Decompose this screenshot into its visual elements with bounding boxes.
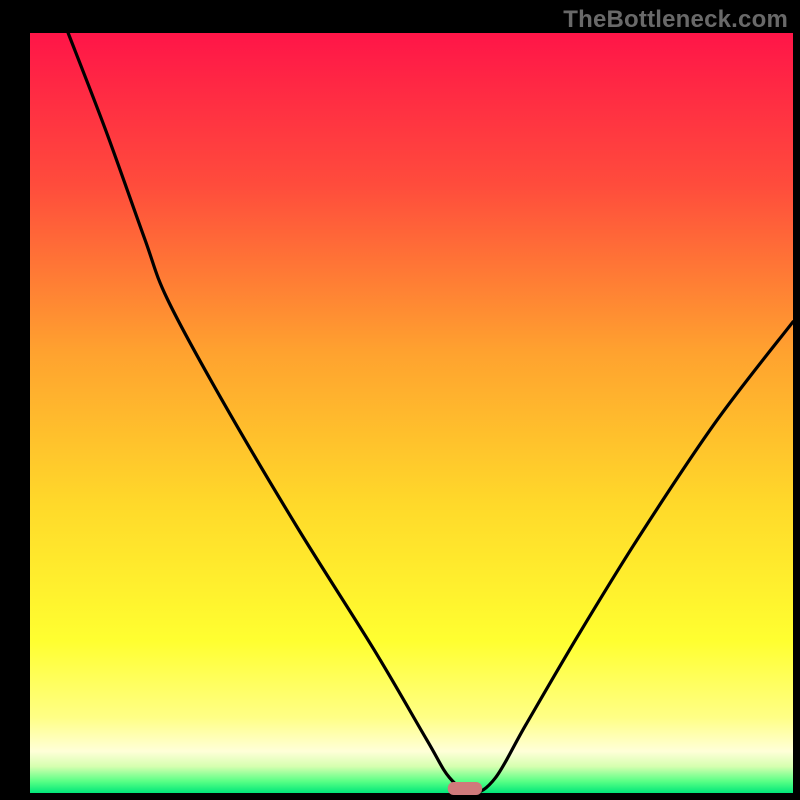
- bottleneck-chart: [0, 0, 800, 800]
- gradient-background: [30, 33, 793, 793]
- watermark-text: TheBottleneck.com: [563, 6, 788, 34]
- outer-frame: TheBottleneck.com: [0, 0, 800, 800]
- optimal-marker: [448, 782, 482, 795]
